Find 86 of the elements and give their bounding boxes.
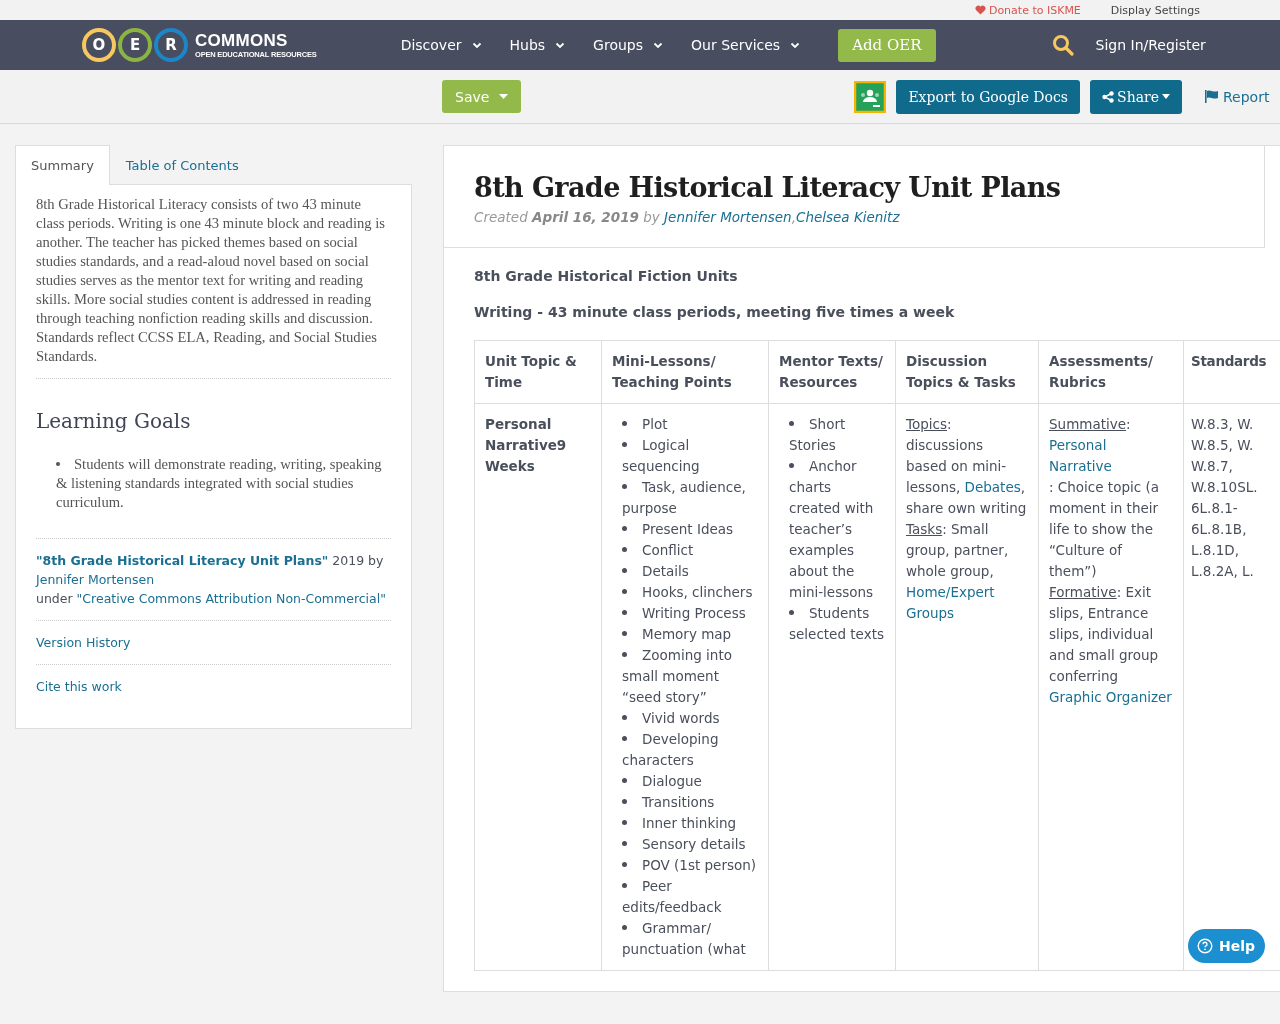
unit-topic-text: Personal Narrative9 Weeks: [485, 416, 567, 474]
standards-text: W.8.5, W.: [1191, 436, 1255, 455]
learning-goals-heading: Learning Goals: [36, 409, 192, 433]
search-icon[interactable]: [1051, 34, 1074, 56]
report-link[interactable]: Report: [1205, 88, 1270, 105]
help-button[interactable]: Help: [1188, 929, 1265, 963]
citation-link[interactable]: "Creative Commons Attribution Non-Commercial": [76, 591, 386, 606]
citation-link[interactable]: "8th Grade Historical Literacy Unit Plans": [36, 553, 329, 568]
standards-text: W.8.10SL.: [1191, 478, 1259, 497]
section-heading: Writing - 43 minute class periods, meeting five times a week: [474, 304, 956, 320]
bullet-item: Inner thinking: [622, 813, 758, 834]
bullet-item: Conflict: [622, 540, 758, 561]
section-heading: 8th Grade Historical Fiction Units: [474, 268, 739, 284]
bullet-item: POV (1st person): [622, 855, 758, 876]
bullet-item: Writing Process: [622, 603, 758, 624]
summary-text: 8th Grade Historical Literacy consists of two 43 minute class periods. Writing is one 43 minute block and reading is another. The teacher has picked themes based on social studies standards, and a read-aloud novel based on social studies serves as the mentor text for writing and reading skills. More social studies content is addressed in reading through teaching nonfiction reading skills and discussion. Standards reflect CCSS ELA, Reading, and Social Studies Standards.: [36, 195, 386, 366]
share-icon: [1102, 90, 1115, 103]
standards-text: 6L.8.1B,: [1191, 520, 1248, 539]
column-header: Mini-Lessons/ Teaching Points: [601, 340, 769, 404]
bullet-item: Grammar/ punctuation (what: [622, 918, 758, 960]
author-link[interactable]: Chelsea Kienitz: [795, 209, 900, 225]
sidebar-link[interactable]: Cite this work: [36, 665, 391, 708]
nav-menu-item[interactable]: Groups: [593, 37, 664, 53]
logo-name: COMMONS: [195, 31, 289, 49]
column-header: Discussion Topics & Tasks: [895, 340, 1039, 404]
bullet-item: Task, audience, purpose: [622, 477, 758, 519]
cell-text: Tasks: Small group, partner, whole group, Home/Expert Groups: [906, 519, 1028, 624]
citation-text: under "Creative Commons Attribution Non-Commercial": [36, 590, 387, 608]
learning-goal: Students will demonstrate reading, writing, speaking & listening standards integrated with social studies curriculum.: [56, 455, 391, 512]
cell-link[interactable]: Debates: [964, 477, 1021, 498]
sidebar-link[interactable]: Version History: [36, 621, 391, 664]
export-google-docs-button[interactable]: Export to Google Docs: [896, 79, 1081, 114]
created-line: Created April 16, 2019 by Jennifer Mortensen,Chelsea Kienitz: [474, 209, 901, 225]
nav-menu-item[interactable]: Hubs: [509, 37, 566, 53]
bullet-item: Students selected texts: [789, 603, 885, 645]
bullet-item: Zooming into small moment “seed story”: [622, 645, 758, 708]
bullet-item: Sensory details: [622, 834, 758, 855]
sidebar-tab[interactable]: Summary: [15, 145, 110, 185]
bullet-item: Dialogue: [622, 771, 758, 792]
standards-text: L.8.1D,: [1191, 541, 1240, 560]
classroom-icon[interactable]: [854, 80, 887, 113]
bullet-item: Logical sequencing: [622, 435, 758, 477]
donate-link[interactable]: Donate to ISKME: [974, 3, 1081, 17]
heart-icon: [974, 5, 986, 15]
standards-text: 6L.8.1-: [1191, 499, 1239, 518]
cell-link[interactable]: Personal Narrative: [1049, 435, 1173, 477]
resource-title: 8th Grade Historical Literacy Unit Plans: [474, 172, 1062, 203]
bullet-item: Present Ideas: [622, 519, 758, 540]
column-header: Unit Topic & Time: [474, 340, 602, 404]
caret-icon: [1162, 94, 1170, 99]
bullet-item: Vivid words: [622, 708, 758, 729]
bullet-item: Plot: [622, 414, 758, 435]
cell-text: Summative: Personal Narrative : Choice topic (a moment in their life to show the “Culture of them”): [1049, 414, 1173, 582]
citation-link[interactable]: Jennifer Mortensen: [36, 572, 155, 587]
question-icon: [1197, 938, 1213, 954]
bullet-item: Transitions: [622, 792, 758, 813]
flag-icon: [1205, 90, 1219, 103]
standards-text: L.8.2A, L.: [1191, 562, 1255, 581]
standards-text: W.8.7,: [1191, 457, 1234, 476]
standards-text: W.8.3, W.: [1191, 415, 1255, 434]
logo-ring: O: [82, 28, 116, 62]
bullet-item: Hooks, clinchers: [622, 582, 758, 603]
display-settings-link[interactable]: Display Settings: [1110, 3, 1200, 17]
citation-text: "8th Grade Historical Literacy Unit Plans" 2019 by Jennifer Mortensen: [36, 552, 385, 589]
column-header: Standards: [1183, 340, 1280, 404]
author-link[interactable]: Jennifer Mortensen: [664, 209, 792, 225]
sign-in-link[interactable]: Sign In/Register: [1095, 37, 1206, 53]
cell-text: Topics: discussions based on mini-lessons, Debates, share own writing: [906, 415, 1028, 518]
bullet-item: Anchor charts created with teacher’s examples about the mini-lessons: [789, 456, 885, 603]
cell-link[interactable]: Home/Expert Groups: [906, 582, 1028, 624]
bullet-item: Developing characters: [622, 729, 758, 771]
bullet-item: Short Stories: [789, 414, 885, 456]
cell-link[interactable]: Graphic Organizer: [1049, 687, 1172, 708]
caret-icon: [499, 94, 509, 99]
bullet-item: Memory map: [622, 624, 758, 645]
nav-menu-item[interactable]: Discover: [400, 37, 482, 53]
nav-menu-item[interactable]: Our Services: [691, 37, 801, 53]
bullet-item: Peer edits/feedback: [622, 876, 758, 918]
bullet-item: Details: [622, 561, 758, 582]
cell-text: Formative: Exit slips, Entrance slips, individual and small group conferring Graphic Organizer: [1049, 582, 1173, 708]
column-header: Assessments/ Rubrics: [1038, 340, 1184, 404]
share-button[interactable]: Share: [1090, 79, 1182, 114]
sidebar-tab[interactable]: Table of Contents: [109, 145, 255, 184]
logo-ring: E: [118, 28, 152, 62]
logo-ring: R: [154, 28, 188, 62]
column-header: Mentor Texts/ Resources: [768, 340, 896, 404]
